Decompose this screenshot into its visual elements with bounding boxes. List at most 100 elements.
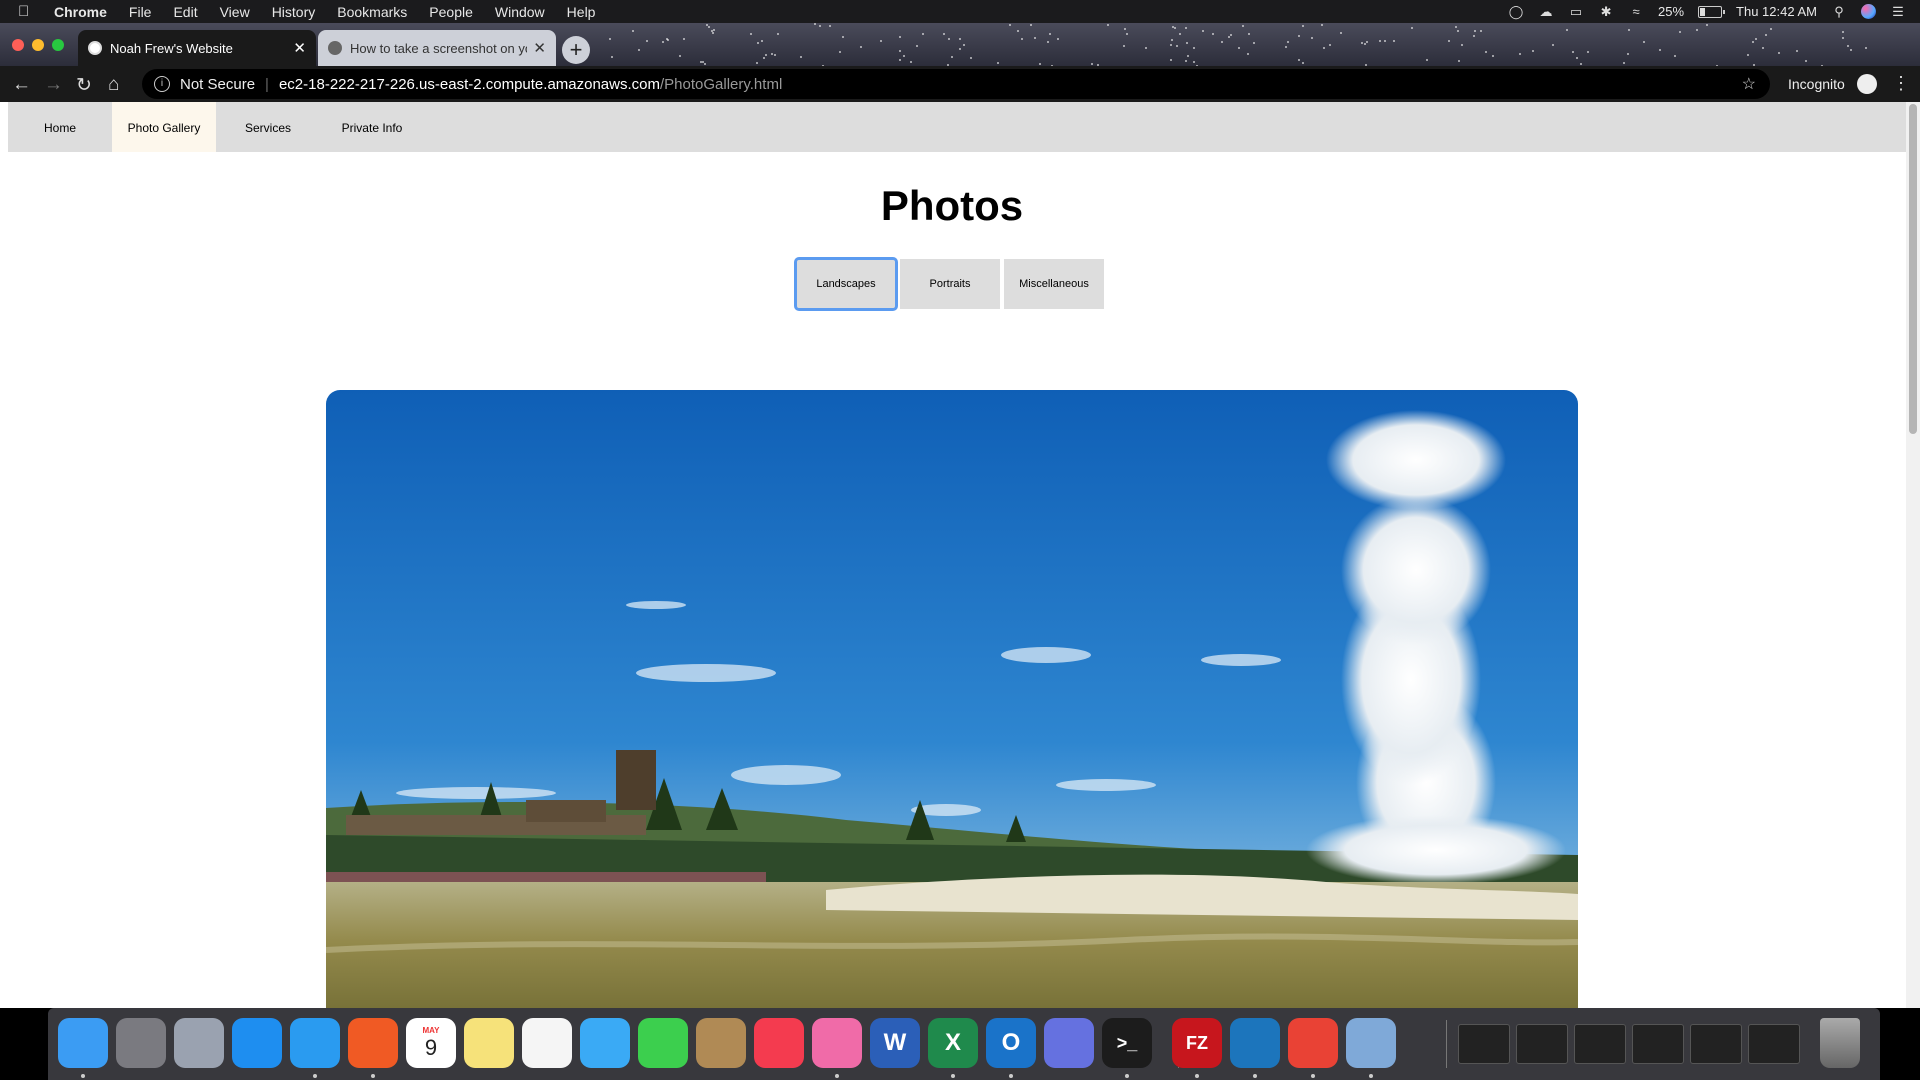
wifi-icon[interactable]: ≈ xyxy=(1628,5,1644,18)
apple-menu-icon[interactable]:  xyxy=(18,3,40,20)
theme-star xyxy=(1580,62,1583,65)
spotlight-search-icon[interactable]: ⚲ xyxy=(1831,5,1847,18)
landscapes-button[interactable]: Landscapes xyxy=(794,257,898,311)
theme-star xyxy=(915,45,918,48)
minimize-window-button[interactable] xyxy=(32,39,44,51)
filezilla-icon[interactable]: FZ xyxy=(1172,1018,1222,1068)
page-scrollbar[interactable] xyxy=(1906,102,1920,1008)
close-window-button[interactable] xyxy=(12,39,24,51)
discord-icon[interactable] xyxy=(1044,1018,1094,1068)
menu-app-name[interactable]: Chrome xyxy=(54,4,107,20)
bookmark-star-icon[interactable]: ☆ xyxy=(1742,74,1756,94)
theme-star xyxy=(1456,29,1459,32)
tab-screenshot-howto[interactable]: How to take a screenshot on yo ✕ xyxy=(318,30,556,66)
clock[interactable]: Thu 12:42 AM xyxy=(1736,4,1817,19)
theme-star xyxy=(951,55,954,58)
theme-star xyxy=(1184,60,1187,63)
menu-window[interactable]: Window xyxy=(495,4,545,20)
notification-center-icon[interactable]: ☰ xyxy=(1890,5,1906,18)
forward-arrow-icon[interactable]: → xyxy=(44,74,63,96)
word-icon[interactable]: W xyxy=(870,1018,920,1068)
theme-star xyxy=(1048,32,1051,35)
preview-icon[interactable] xyxy=(1346,1018,1396,1068)
minimized-window-thumbnail[interactable] xyxy=(1690,1024,1742,1064)
url-path: /PhotoGallery.html xyxy=(660,75,783,93)
lion-icon[interactable] xyxy=(348,1018,398,1068)
remote-desktop-icon[interactable] xyxy=(1230,1018,1280,1068)
minimized-window-thumbnail[interactable] xyxy=(1574,1024,1626,1064)
new-tab-button[interactable]: + xyxy=(562,36,590,64)
tab-title: Noah Frew's Website xyxy=(110,40,233,56)
menu-file[interactable]: File xyxy=(129,4,152,20)
menu-edit[interactable]: Edit xyxy=(173,4,197,20)
close-tab-icon[interactable]: ✕ xyxy=(293,39,306,57)
gear-icon[interactable] xyxy=(116,1018,166,1068)
minimized-window-thumbnail[interactable] xyxy=(1458,1024,1510,1064)
calendar-icon[interactable]: MAY 9 xyxy=(406,1018,456,1068)
portraits-button[interactable]: Portraits xyxy=(900,259,1000,309)
theme-star xyxy=(1460,44,1463,47)
theme-star xyxy=(910,61,913,64)
info-icon[interactable]: i xyxy=(154,76,170,92)
terminal-icon[interactable]: >_ xyxy=(1102,1018,1152,1068)
creative-cloud-icon[interactable]: ☁ xyxy=(1538,5,1554,18)
theme-star xyxy=(1230,33,1233,36)
home-icon[interactable]: ⌂ xyxy=(108,74,119,96)
app-store-icon[interactable] xyxy=(232,1018,282,1068)
tab-noah-frews-website[interactable]: Noah Frew's Website ✕ xyxy=(78,30,316,66)
close-tab-icon[interactable]: ✕ xyxy=(533,39,546,57)
battery-icon[interactable] xyxy=(1698,5,1726,18)
reload-icon[interactable]: ↻ xyxy=(76,74,92,97)
rocket-icon[interactable] xyxy=(174,1018,224,1068)
flower-icon[interactable] xyxy=(522,1018,572,1068)
running-indicator xyxy=(1125,1074,1129,1078)
more-menu-icon[interactable]: ⋮ xyxy=(1892,73,1910,94)
bluetooth-icon[interactable]: ✱ xyxy=(1598,5,1614,18)
incognito-label[interactable]: Incognito xyxy=(1788,76,1845,92)
trash-icon[interactable] xyxy=(1820,1018,1860,1068)
miscellaneous-button[interactable]: Miscellaneous xyxy=(1004,259,1104,309)
address-bar[interactable]: i Not Secure | ec2-18-222-217-226.us-eas… xyxy=(142,69,1770,99)
theme-star xyxy=(899,35,902,38)
outlook-icon[interactable]: O xyxy=(986,1018,1036,1068)
theme-star xyxy=(1754,37,1757,40)
dock-separator xyxy=(1446,1020,1447,1068)
address-book-icon[interactable] xyxy=(696,1018,746,1068)
running-indicator xyxy=(1195,1074,1199,1078)
video-camera-icon[interactable] xyxy=(638,1018,688,1068)
minimized-window-thumbnail[interactable] xyxy=(1516,1024,1568,1064)
menu-help[interactable]: Help xyxy=(567,4,596,20)
scrollbar-thumb[interactable] xyxy=(1909,104,1917,434)
nav-private-info[interactable]: Private Info xyxy=(320,102,424,152)
theme-star xyxy=(1473,29,1476,32)
minimized-window-thumbnail[interactable] xyxy=(1632,1024,1684,1064)
theme-star xyxy=(1301,61,1304,64)
menu-history[interactable]: History xyxy=(272,4,316,20)
menu-people[interactable]: People xyxy=(429,4,473,20)
nav-services[interactable]: Services xyxy=(216,102,320,152)
zoom-window-button[interactable] xyxy=(52,39,64,51)
compass-icon[interactable] xyxy=(290,1018,340,1068)
menu-bookmarks[interactable]: Bookmarks xyxy=(337,4,407,20)
finder-icon[interactable] xyxy=(58,1018,108,1068)
glasses-icon[interactable]: ◯ xyxy=(1508,5,1524,18)
music-note-icon[interactable] xyxy=(812,1018,862,1068)
airplay-icon[interactable]: ▭ xyxy=(1568,5,1584,18)
security-status[interactable]: Not Secure xyxy=(180,76,255,93)
back-arrow-icon[interactable]: ← xyxy=(12,74,31,96)
incognito-icon[interactable] xyxy=(1857,74,1877,94)
dock-icon-glyph: FZ xyxy=(1186,1032,1208,1053)
menu-view[interactable]: View xyxy=(220,4,250,20)
minimized-window-thumbnail[interactable] xyxy=(1748,1024,1800,1064)
nav-home[interactable]: Home xyxy=(8,102,112,152)
chrome-icon[interactable] xyxy=(1288,1018,1338,1068)
news-icon[interactable] xyxy=(754,1018,804,1068)
theme-star xyxy=(1458,60,1461,63)
theme-star xyxy=(1237,47,1240,50)
notepad-icon[interactable] xyxy=(464,1018,514,1068)
chat-bubble-icon[interactable] xyxy=(580,1018,630,1068)
siri-icon[interactable] xyxy=(1861,4,1876,19)
nav-photo-gallery[interactable]: Photo Gallery xyxy=(112,102,216,152)
running-indicator xyxy=(1369,1074,1373,1078)
excel-icon[interactable]: X xyxy=(928,1018,978,1068)
